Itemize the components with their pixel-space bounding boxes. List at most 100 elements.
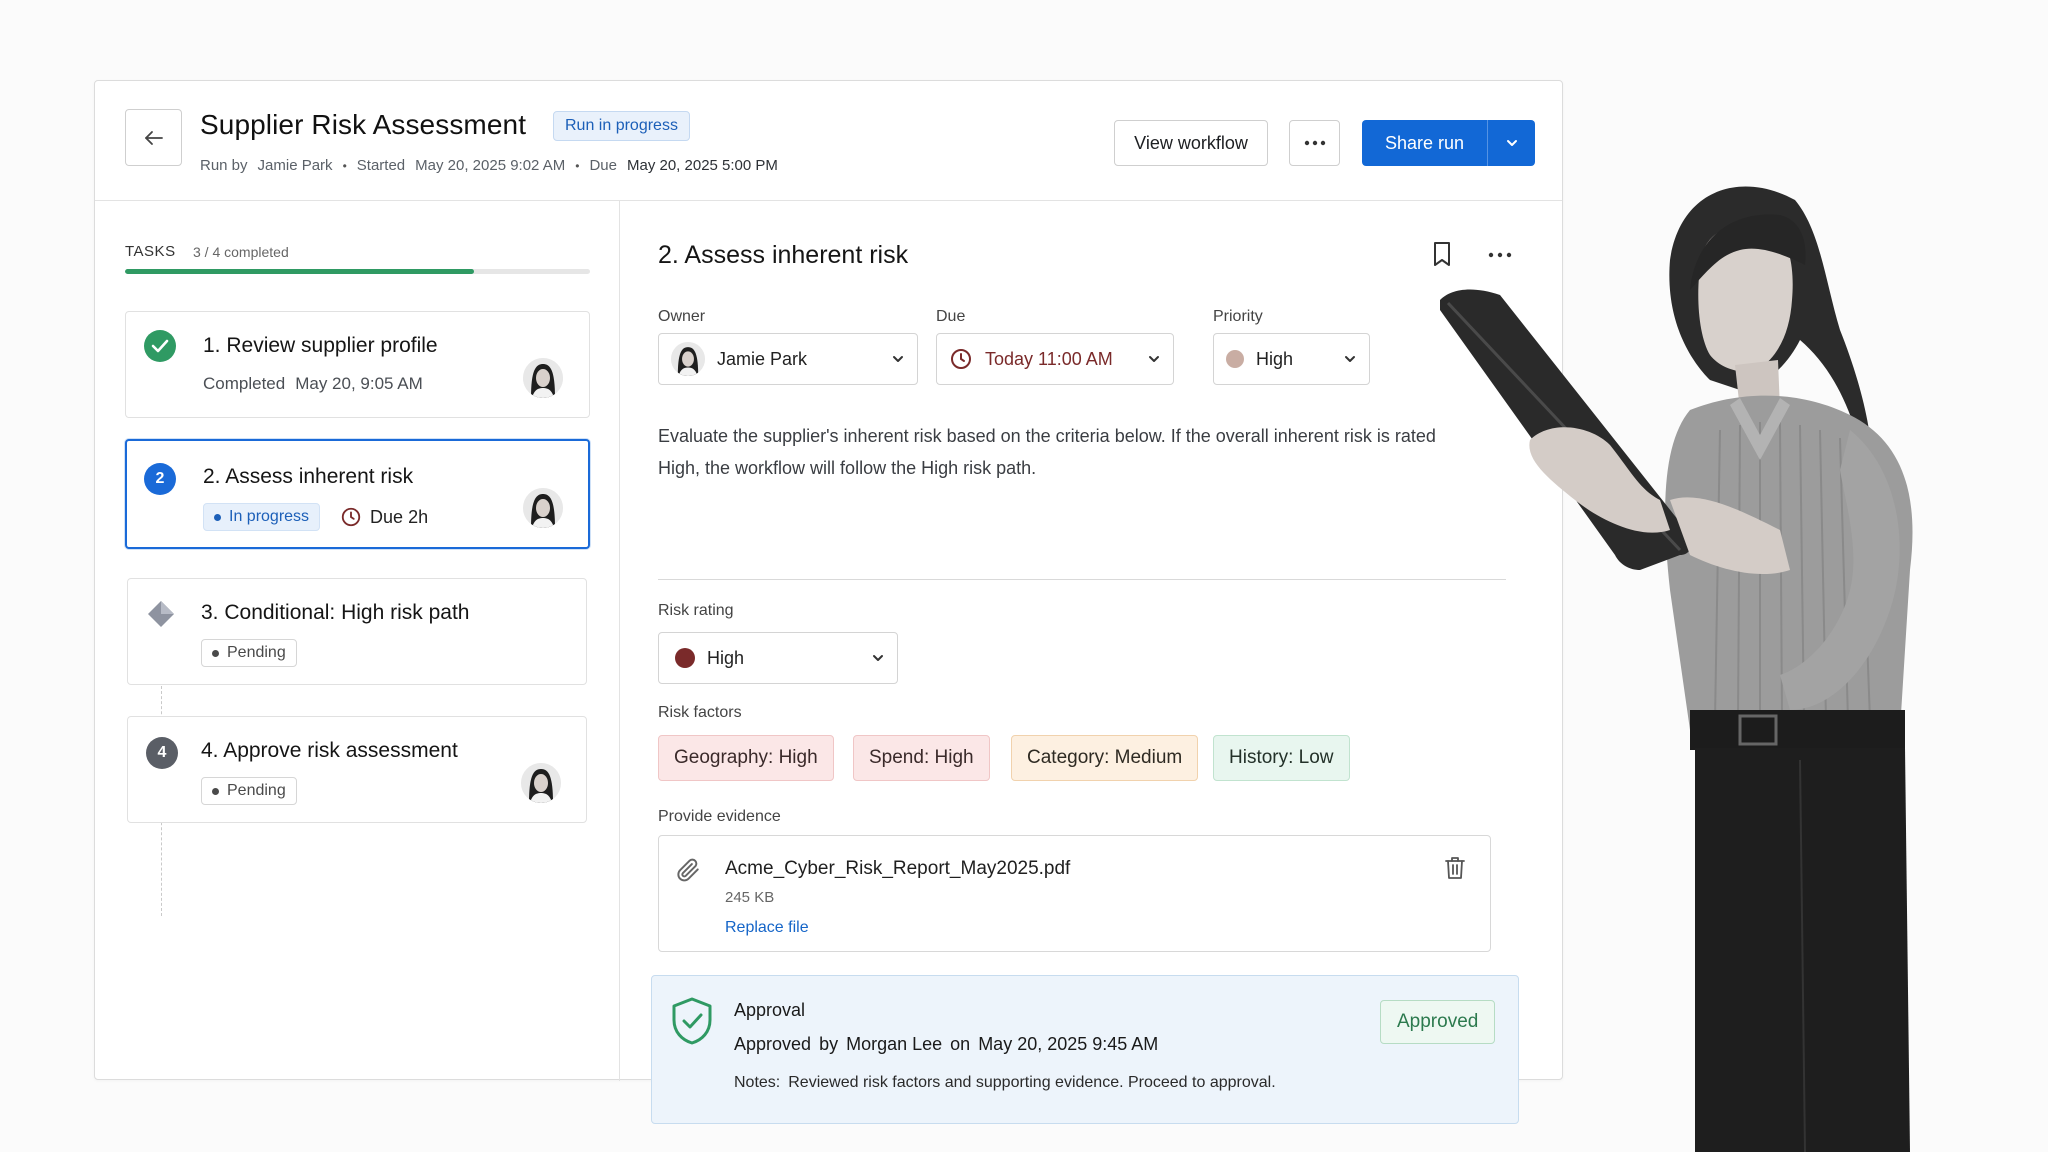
file-size: 245 KB <box>725 889 775 906</box>
due-label: Due <box>589 157 617 174</box>
diamond-icon <box>146 599 176 634</box>
risk-factor-chip: History: Low <box>1213 735 1350 781</box>
tasks-count: 3 / 4 completed <box>193 244 289 260</box>
task-title: 2. Assess inherent risk <box>203 465 414 488</box>
section-divider <box>658 579 1506 580</box>
avatar <box>671 342 705 376</box>
task-title: 4. Approve risk assessment <box>201 739 458 762</box>
risk-dot-icon <box>675 648 695 668</box>
run-meta: Run by Jamie Park • Started May 20, 2025… <box>200 157 778 174</box>
more-actions-button[interactable] <box>1289 120 1340 166</box>
owner-select[interactable]: Jamie Park <box>658 333 918 385</box>
chevron-down-icon <box>1506 140 1517 146</box>
run-status-badge: Run in progress <box>553 111 690 141</box>
due-value: Today 11:00 AM <box>985 348 1113 369</box>
task-status-text: Completed <box>203 374 286 393</box>
risk-factor-chip: Spend: High <box>853 735 990 781</box>
meta-separator: • <box>342 158 347 173</box>
step-number-badge: 2 <box>144 463 176 495</box>
task-subtitle: In progress Due 2h <box>203 503 428 531</box>
step-number-badge: 4 <box>146 737 178 769</box>
tasks-progress-fill <box>125 269 474 274</box>
approval-on-label: on <box>950 1034 971 1054</box>
priority-label: Priority <box>1213 308 1263 325</box>
tasks-sidebar: TASKS 3 / 4 completed 1. Review supplier… <box>95 201 620 1081</box>
task-detail-title: 2. Assess inherent risk <box>658 241 909 269</box>
due-label: Due <box>936 308 966 325</box>
owner-label: Owner <box>658 308 706 325</box>
chevron-down-icon <box>1149 356 1159 362</box>
risk-factor-chip: Category: Medium <box>1011 735 1199 781</box>
approval-card: Approval Approved by Morgan Lee on May 2… <box>651 975 1519 1124</box>
risk-rating-label: Risk rating <box>658 602 734 619</box>
status-badge: In progress <box>203 503 321 531</box>
chevron-down-icon <box>893 356 903 362</box>
task-description: Evaluate the supplier's inherent risk ba… <box>658 426 1436 478</box>
avatar <box>523 358 563 398</box>
risk-factors-label: Risk factors <box>658 704 742 721</box>
share-run-button[interactable]: Share run <box>1362 120 1488 166</box>
task-title: 3. Conditional: High risk path <box>201 601 470 624</box>
priority-value: High <box>1256 348 1294 369</box>
file-name: Acme_Cyber_Risk_Report_May2025.pdf <box>725 858 1071 879</box>
started-value: May 20, 2025 9:02 AM <box>415 157 566 174</box>
avatar <box>521 763 561 803</box>
view-workflow-button[interactable]: View workflow <box>1114 120 1268 166</box>
clock-icon <box>341 507 361 527</box>
priority-select[interactable]: High <box>1213 333 1370 385</box>
task-completed-time: May 20, 9:05 AM <box>295 374 423 393</box>
run-header: Supplier Risk Assessment Run in progress… <box>95 81 1562 201</box>
evidence-label: Provide evidence <box>658 808 781 825</box>
tasks-progress-bar <box>125 269 590 274</box>
approval-status: Approved <box>734 1034 812 1054</box>
notes-text: Reviewed risk factors and supporting evi… <box>788 1074 1276 1091</box>
priority-dot-icon <box>1226 350 1244 368</box>
approval-title: Approval <box>734 1000 806 1020</box>
more-horizontal-icon <box>1304 140 1325 146</box>
back-button[interactable] <box>125 109 182 166</box>
due-select[interactable]: Today 11:00 AM <box>936 333 1174 385</box>
started-label: Started <box>356 157 406 174</box>
task-card-assess-inherent-risk[interactable]: 2 2. Assess inherent risk In progress Du… <box>125 439 590 549</box>
tasks-heading: TASKS <box>125 243 176 260</box>
meta-separator: • <box>575 158 580 173</box>
task-subtitle: Pending <box>201 777 297 805</box>
chevron-down-icon <box>873 655 883 661</box>
check-circle-icon <box>144 330 176 362</box>
paperclip-icon <box>675 856 701 889</box>
approver-name: Morgan Lee <box>846 1034 943 1054</box>
share-options-dropdown[interactable] <box>1488 120 1535 166</box>
approval-time: May 20, 2025 9:45 AM <box>978 1034 1159 1054</box>
task-card-conditional-high-risk-path[interactable]: 3. Conditional: High risk path Pending <box>127 578 587 685</box>
status-dot-icon <box>212 787 219 795</box>
arrow-left-icon <box>144 130 163 145</box>
status-dot-icon <box>214 513 221 521</box>
risk-factor-chip: Geography: High <box>658 735 834 781</box>
approval-notes: Notes: Reviewed risk factors and support… <box>734 1074 1276 1092</box>
clock-icon <box>951 349 971 369</box>
risk-rating-value: High <box>707 647 745 668</box>
run-by-label: Run by <box>200 157 248 174</box>
status-badge: Pending <box>201 639 297 667</box>
task-card-approve-risk-assessment[interactable]: 4 4. Approve risk assessment Pending <box>127 716 587 823</box>
avatar <box>523 488 563 528</box>
task-card-review-supplier-profile[interactable]: 1. Review supplier profile Completed May… <box>125 311 590 418</box>
run-by-value: Jamie Park <box>257 157 333 174</box>
evidence-file-card: Acme_Cyber_Risk_Report_May2025.pdf 245 K… <box>658 835 1491 952</box>
approval-by-label: by <box>819 1034 839 1054</box>
page-title: Supplier Risk Assessment <box>200 109 527 140</box>
task-subtitle: Completed May 20, 9:05 AM <box>203 374 423 394</box>
task-subtitle: Pending <box>201 639 297 667</box>
task-title: 1. Review supplier profile <box>203 334 438 357</box>
approval-summary: Approved by Morgan Lee on May 20, 2025 9… <box>734 1034 1158 1055</box>
risk-rating-select[interactable]: High <box>658 632 898 684</box>
task-due: Due 2h <box>340 506 428 528</box>
due-value: May 20, 2025 5:00 PM <box>626 157 778 174</box>
notes-label: Notes: <box>734 1074 781 1091</box>
replace-file-link[interactable]: Replace file <box>725 919 809 937</box>
status-badge: Pending <box>201 777 297 805</box>
task-detail: 2. Assess inherent risk Owner Jamie Park… <box>620 201 1564 1124</box>
status-dot-icon <box>212 649 219 657</box>
shield-check-icon <box>670 996 714 1051</box>
owner-value: Jamie Park <box>717 348 808 369</box>
